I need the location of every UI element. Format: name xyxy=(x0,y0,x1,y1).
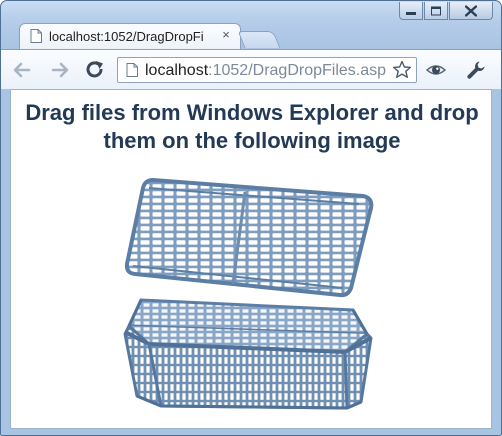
toolbar: localhost:1052/DragDropFiles.asp xyxy=(1,49,501,89)
page-icon xyxy=(30,29,42,43)
address-bar[interactable]: localhost:1052/DragDropFiles.asp xyxy=(117,57,417,83)
close-icon[interactable]: × xyxy=(220,28,232,42)
basket-image[interactable] xyxy=(115,176,383,410)
reload-icon[interactable] xyxy=(84,59,106,81)
star-icon[interactable] xyxy=(392,60,412,80)
browser-window: localhost:1052/DragDropFi × localhost:10… xyxy=(0,0,502,436)
minimize-icon[interactable] xyxy=(399,2,423,20)
window-controls xyxy=(398,2,493,22)
page-content: Drag files from Windows Explorer and dro… xyxy=(10,89,492,429)
new-tab-button[interactable] xyxy=(237,31,281,48)
close-window-icon[interactable] xyxy=(449,2,493,20)
url-text: localhost:1052/DragDropFiles.asp xyxy=(145,62,389,80)
tab-title: localhost:1052/DragDropFi xyxy=(49,29,204,44)
url-path: :1052/DragDropFiles.asp xyxy=(208,62,387,79)
wrench-icon[interactable] xyxy=(465,59,487,81)
eye-icon[interactable] xyxy=(425,60,447,80)
tab-strip: localhost:1052/DragDropFi × xyxy=(1,1,501,49)
forward-arrow-icon[interactable] xyxy=(49,59,71,81)
page-icon xyxy=(126,63,138,77)
back-arrow-icon[interactable] xyxy=(11,59,33,81)
maximize-icon[interactable] xyxy=(424,2,448,20)
url-host: localhost xyxy=(145,62,209,79)
tab-active[interactable]: localhost:1052/DragDropFi × xyxy=(19,23,241,49)
page-title: Drag files from Windows Explorer and dro… xyxy=(25,100,479,153)
